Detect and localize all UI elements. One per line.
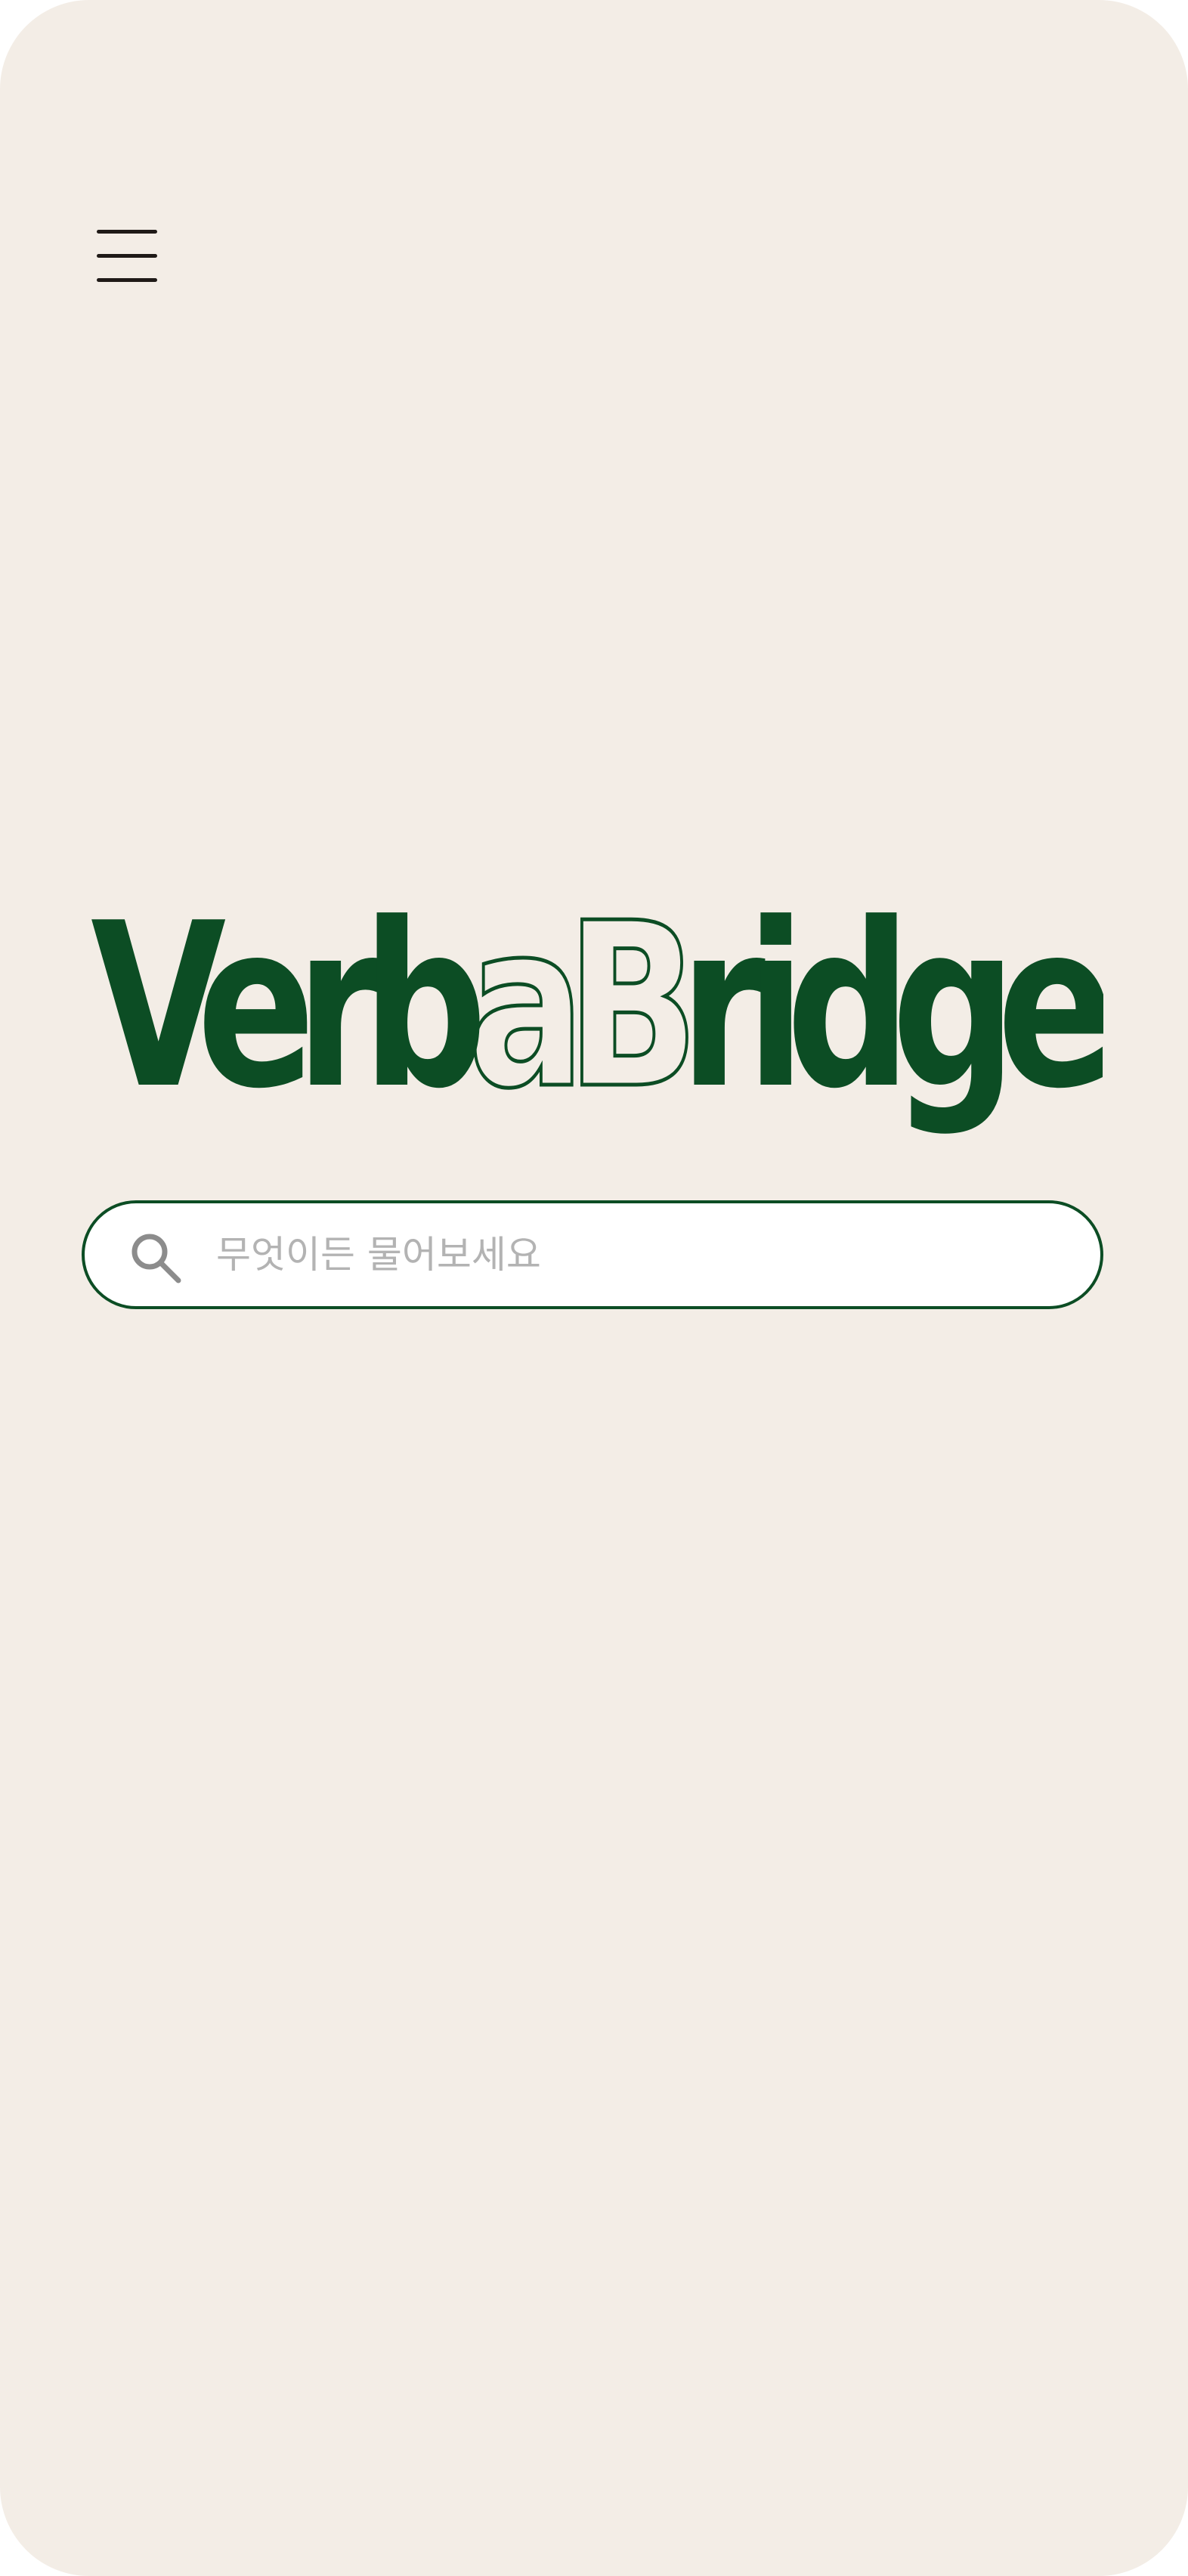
- app-logo: VerbaBridge: [91, 907, 1103, 1149]
- search-bar[interactable]: [82, 1200, 1103, 1309]
- logo-part-solid-verb: Verb: [91, 907, 480, 1138]
- search-icon: [131, 1234, 181, 1283]
- menu-bar-bottom: [97, 278, 157, 282]
- search-input[interactable]: [216, 1217, 1063, 1293]
- logo-text: VerbaBridge: [91, 907, 1103, 1138]
- menu-bar-middle: [97, 254, 157, 258]
- logo-part-outline-ab: aB: [468, 907, 689, 1138]
- app-screen: VerbaBridge: [0, 0, 1188, 2576]
- logo-wordmark: VerbaBridge: [91, 907, 1103, 1141]
- menu-bar-top: [97, 230, 157, 234]
- logo-part-solid-ridge: ridge: [679, 907, 1103, 1138]
- menu-button[interactable]: [89, 221, 165, 289]
